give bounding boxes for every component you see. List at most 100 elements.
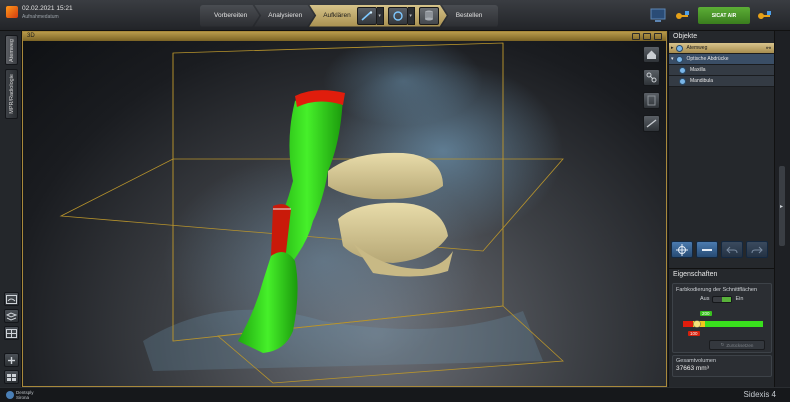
session-date-label: Aufnahmedatum [22, 14, 59, 20]
step-aufklaeren-label: Aufklären [323, 12, 351, 19]
vendor-name: Dentsply Sirona [16, 390, 34, 400]
vendor-line-2: Sirona [16, 395, 30, 400]
tab-atemweg[interactable]: Atemweg [5, 35, 18, 65]
color-coding-title: Farbkodierung der Schnittflächen [676, 287, 758, 293]
session-date: 02.02.2021 15:21 [22, 5, 73, 12]
color-slider-handle[interactable] [693, 320, 701, 328]
step-analysieren[interactable]: Analysieren [254, 5, 314, 27]
threshold-low-marker[interactable]: 100 [688, 331, 700, 336]
object-optische-label: Optische Abdrücke [686, 56, 729, 62]
undo-icon [726, 246, 738, 253]
objects-toolbar [671, 241, 768, 258]
reset-button[interactable]: ↻ Zurücksetzen [709, 340, 765, 350]
key-icon[interactable] [674, 7, 690, 23]
undo-button[interactable] [721, 241, 743, 258]
total-volume-box: Gesamtvolumen 37663 mm³ [672, 355, 772, 377]
patient-icon [6, 6, 18, 18]
reset-label: Zurücksetzen [726, 342, 754, 348]
visibility-eye-icon[interactable] [675, 44, 683, 52]
threshold-high-marker[interactable]: 200 [700, 311, 712, 316]
viewport-3d[interactable]: 3D [22, 31, 667, 387]
color-scale-bar[interactable] [683, 320, 763, 328]
tab-atemweg-label: Atemweg [8, 38, 15, 62]
status-bar: Dentsply Sirona Sidexis 4 [0, 387, 790, 402]
object-maxilla-label: Maxilla [690, 67, 706, 73]
tab-mpr-label: MPR/Radiologie [8, 74, 15, 114]
volume-button[interactable] [643, 92, 660, 109]
viewport-label: 3D [27, 33, 35, 39]
measure-icon [646, 119, 657, 128]
toggle-on-label: Ein [735, 296, 744, 302]
remove-icon [702, 248, 712, 251]
home-view-button[interactable] [643, 46, 660, 63]
tab-mpr-radiologie[interactable]: MPR/Radiologie [5, 69, 18, 119]
panorama-icon [6, 294, 17, 304]
panorama-button[interactable] [4, 292, 19, 306]
total-volume-value: 37663 mm³ [676, 365, 709, 372]
add-view-button[interactable] [4, 353, 19, 367]
focus-object-button[interactable] [671, 241, 693, 258]
airway-rendering [59, 41, 564, 384]
visibility-eye-icon[interactable] [679, 77, 686, 85]
step-aufklaeren[interactable]: Aufklären ▾ ▾ [309, 5, 446, 27]
redo-icon [751, 246, 763, 253]
grid-view-button[interactable] [4, 370, 19, 384]
measure-button[interactable] [643, 115, 660, 132]
link-icon[interactable]: ⚯ [766, 45, 771, 52]
app-name: Sidexis 4 [743, 390, 776, 399]
structure-button[interactable] [643, 69, 660, 86]
camera-icon[interactable] [643, 33, 651, 40]
redo-button[interactable] [746, 241, 768, 258]
workflow-steps: Vorbereiten Analysieren Aufklären ▾ ▾ Be… [200, 3, 499, 28]
export-tool-button[interactable] [419, 7, 439, 25]
focus-icon [676, 243, 688, 256]
toggle-off-label: Aus [700, 296, 710, 302]
slice-stack-button[interactable] [4, 309, 19, 323]
rendered-3d-scene[interactable] [23, 41, 666, 386]
object-atemweg-label: Atemweg [686, 45, 708, 51]
dentsply-logo-icon [6, 391, 14, 399]
viewport-header: 3D [23, 32, 666, 41]
step-bestellen[interactable]: Bestellen [441, 4, 499, 27]
license-key-icon[interactable] [756, 7, 772, 23]
color-coding-toggle[interactable] [712, 295, 733, 303]
layout-icon [6, 328, 17, 338]
color-coding-toggle-row: Aus Ein [676, 295, 768, 303]
add-view-icon [8, 356, 15, 364]
expand-panel-arrow-icon[interactable]: ▸ [780, 203, 783, 210]
sicat-air-badge[interactable]: SICAT AIR [698, 7, 750, 24]
monitor-icon[interactable] [650, 7, 666, 23]
circle-tool-icon [392, 10, 404, 22]
home-view-icon [647, 50, 656, 59]
remove-object-button[interactable] [696, 241, 718, 258]
reset-icon: ↻ [720, 342, 725, 347]
object-atemweg[interactable]: ▸ Atemweg ⚯ [669, 43, 774, 54]
surface-tool-button[interactable] [388, 7, 408, 25]
top-bar: 02.02.2021 15:21 Aufnahmedatum Vorbereit… [0, 0, 790, 31]
object-maxilla[interactable]: Maxilla [669, 65, 774, 76]
viewport-toolbar [643, 46, 660, 132]
slice-stack-icon [6, 311, 17, 321]
visibility-eye-icon[interactable] [679, 66, 686, 74]
airway-tool-dropdown[interactable]: ▾ [377, 7, 384, 25]
airway-tool-button[interactable] [357, 7, 377, 25]
surface-tool-dropdown[interactable]: ▾ [408, 7, 415, 25]
objects-panel: Objekte ▸ Atemweg ⚯ ▾ Optische Abdrücke … [668, 31, 775, 387]
maximize-icon[interactable] [654, 33, 662, 40]
viewport-header-icons [632, 33, 662, 40]
color-coding-group: Farbkodierung der Schnittflächen Aus Ein… [672, 283, 772, 353]
collapse-arrow-icon[interactable]: ▾ [671, 56, 674, 62]
object-optische-abdruecke[interactable]: ▾ Optische Abdrücke [669, 54, 774, 65]
object-mandibula[interactable]: Mandibula [669, 76, 774, 87]
visibility-eye-icon[interactable] [675, 55, 683, 63]
properties-panel: Eigenschaften Farbkodierung der Schnittf… [669, 268, 775, 387]
database-icon [424, 10, 434, 21]
right-side-strip: ▸ [774, 31, 790, 387]
layout-button[interactable] [4, 326, 19, 340]
screenshot-icon[interactable] [632, 33, 640, 40]
objects-title: Objekte [673, 33, 698, 40]
properties-title: Eigenschaften [673, 271, 718, 278]
volume-icon [647, 95, 656, 106]
structure-icon [646, 72, 657, 83]
step-vorbereiten[interactable]: Vorbereiten [200, 5, 259, 27]
